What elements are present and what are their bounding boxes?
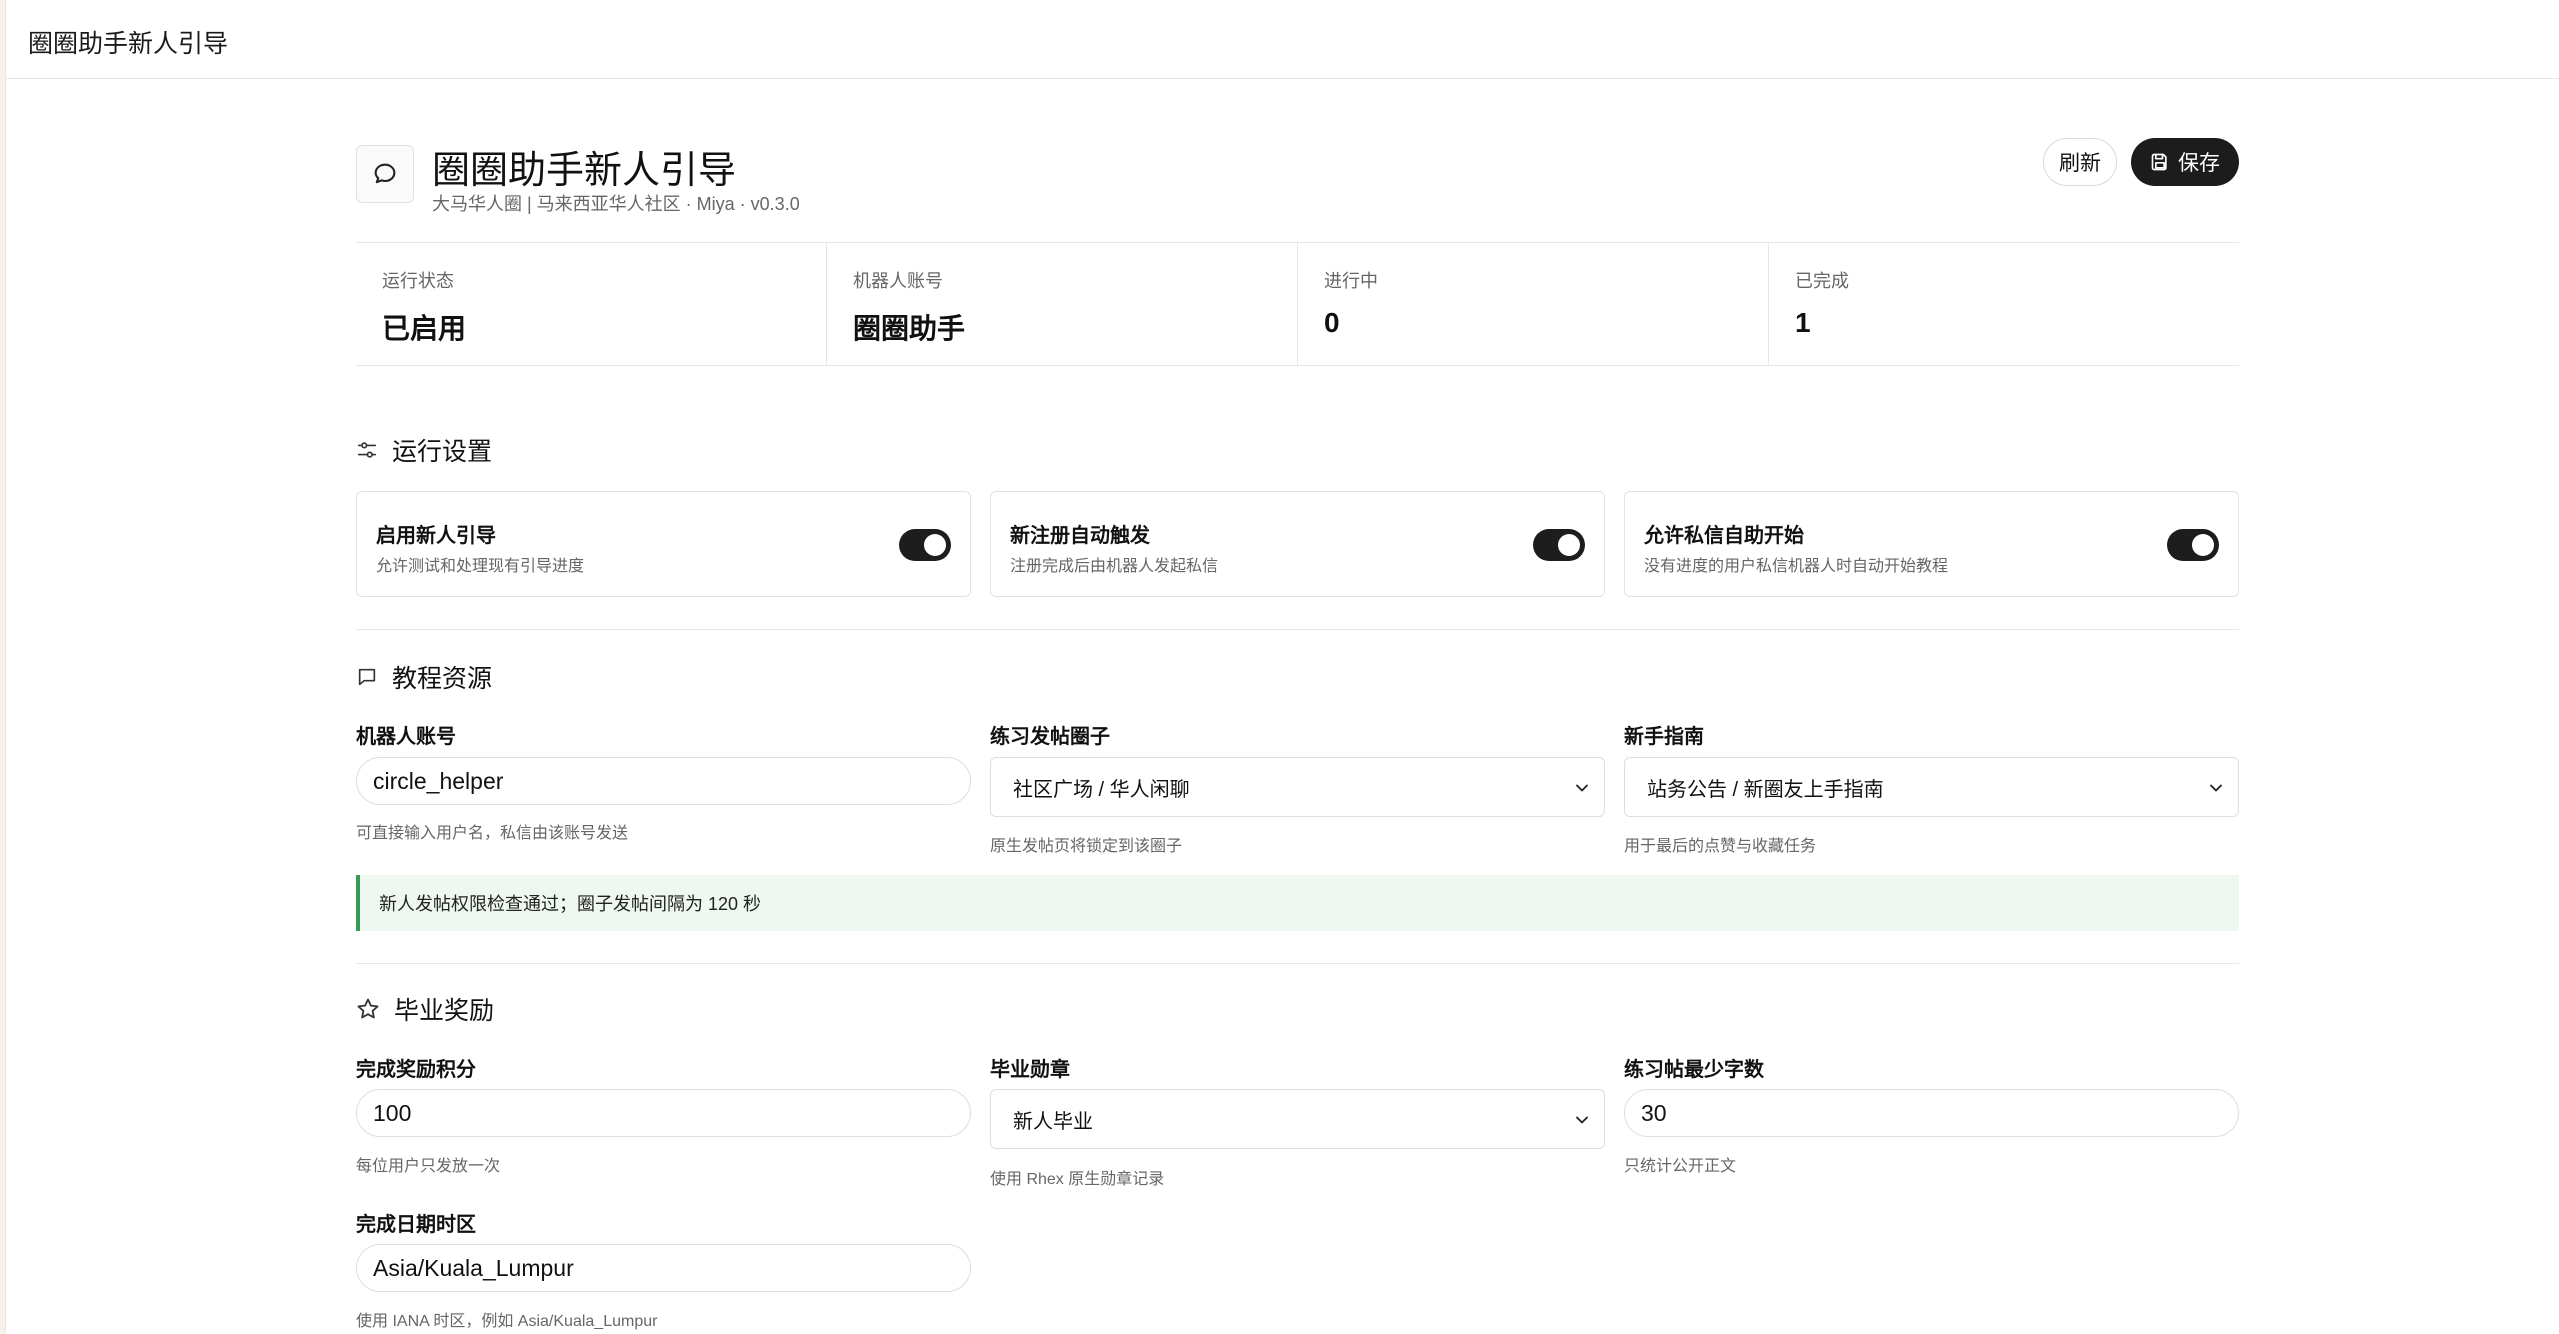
badge-value: 新人毕业 — [1013, 1110, 1093, 1133]
dm-self-start-switch[interactable] — [2167, 529, 2219, 561]
stat-value: 已启用 — [382, 313, 467, 344]
stat-label: 机器人账号 — [853, 271, 943, 291]
topbar-title: 圈圈助手新人引导 — [28, 30, 229, 58]
stat-label: 已完成 — [1795, 271, 1849, 291]
section-rewards: 毕业奖励 — [356, 991, 494, 1027]
enable-onboarding-switch[interactable] — [899, 529, 951, 561]
divider — [356, 963, 2239, 964]
timezone-label: 完成日期时区 — [356, 1214, 476, 1236]
page-title: 圈圈助手新人引导 — [432, 150, 737, 192]
switch-knob — [924, 534, 946, 556]
stat-value: 圈圈助手 — [853, 313, 966, 344]
stat-bot-account: 机器人账号 圈圈助手 — [827, 243, 1298, 365]
toggle-desc: 注册完成后由机器人发起私信 — [1010, 558, 1219, 575]
badge-select[interactable]: 新人毕业 — [990, 1089, 1605, 1149]
auto-trigger-switch[interactable] — [1533, 529, 1585, 561]
toggle-card-enable-onboarding: 启用新人引导 允许测试和处理现有引导进度 — [356, 491, 971, 597]
toggle-desc: 允许测试和处理现有引导进度 — [376, 558, 585, 575]
stat-label: 运行状态 — [382, 271, 454, 291]
section-resources: 教程资源 — [356, 659, 492, 695]
bot-account-hint: 可直接输入用户名，私信由该账号发送 — [356, 825, 629, 842]
section-run-settings: 运行设置 — [356, 432, 492, 468]
stat-value: 1 — [1795, 307, 1811, 338]
bot-account-input[interactable]: circle_helper — [356, 757, 971, 805]
toggle-title: 新注册自动触发 — [1010, 525, 1150, 547]
toggle-card-auto-trigger: 新注册自动触发 注册完成后由机器人发起私信 — [990, 491, 1605, 597]
min-chars-input[interactable]: 30 — [1624, 1089, 2239, 1137]
permission-notice: 新人发帖权限检查通过；圈子发帖间隔为 120 秒 — [356, 875, 2239, 931]
save-button[interactable]: 保存 — [2131, 138, 2239, 186]
badge-label: 毕业勋章 — [990, 1059, 1070, 1081]
section-title: 毕业奖励 — [394, 997, 495, 1025]
points-hint: 每位用户只发放一次 — [356, 1158, 501, 1175]
chevron-down-icon — [1576, 784, 1588, 792]
sliders-icon — [357, 442, 377, 458]
guide-label: 新手指南 — [1624, 726, 1704, 748]
practice-circle-hint: 原生发帖页将锁定到该圈子 — [990, 838, 1183, 855]
switch-knob — [2192, 534, 2214, 556]
switch-knob — [1558, 534, 1580, 556]
guide-value: 站务公告 / 新圈友上手指南 — [1647, 778, 1884, 801]
toggle-card-dm-self-start: 允许私信自助开始 没有进度的用户私信机器人时自动开始教程 — [1624, 491, 2239, 597]
guide-select[interactable]: 站务公告 / 新圈友上手指南 — [1624, 757, 2239, 817]
guide-hint: 用于最后的点赞与收藏任务 — [1624, 838, 1817, 855]
badge-hint: 使用 Rhex 原生勋章记录 — [990, 1171, 1165, 1188]
chevron-down-icon — [1576, 1116, 1588, 1124]
section-title: 教程资源 — [392, 665, 493, 693]
save-icon — [2151, 153, 2167, 171]
practice-circle-select[interactable]: 社区广场 / 华人闲聊 — [990, 757, 1605, 817]
toggle-title: 允许私信自助开始 — [1644, 525, 1804, 547]
top-bar: 圈圈助手新人引导 — [6, 0, 2559, 79]
section-title: 运行设置 — [392, 438, 493, 466]
toggle-desc: 没有进度的用户私信机器人时自动开始教程 — [1644, 558, 1949, 575]
practice-circle-value: 社区广场 / 华人闲聊 — [1013, 778, 1190, 801]
main-content: 圈圈助手新人引导 大马华人圈 | 马来西亚华人社区 · Miya · v0.3.… — [356, 79, 2239, 1334]
refresh-button[interactable]: 刷新 — [2043, 138, 2117, 186]
divider — [356, 629, 2239, 630]
min-chars-hint: 只统计公开正文 — [1624, 1158, 1737, 1175]
timezone-hint: 使用 IANA 时区，例如 Asia/Kuala_Lumpur — [356, 1313, 658, 1330]
stat-completed: 已完成 1 — [1769, 243, 2239, 365]
chevron-down-icon — [2210, 784, 2222, 792]
stat-value: 0 — [1324, 307, 1340, 338]
bot-account-label: 机器人账号 — [356, 726, 456, 748]
chat-bubble-icon — [356, 145, 414, 203]
star-icon — [357, 998, 379, 1019]
message-square-icon — [358, 668, 376, 686]
timezone-input[interactable]: Asia/Kuala_Lumpur — [356, 1244, 971, 1292]
page-subtitle: 大马华人圈 | 马来西亚华人社区 · Miya · v0.3.0 — [432, 194, 800, 214]
practice-circle-label: 练习发帖圈子 — [990, 726, 1110, 748]
min-chars-label: 练习帖最少字数 — [1624, 1059, 1764, 1081]
refresh-button-label: 刷新 — [2059, 152, 2101, 175]
stat-run-status: 运行状态 已启用 — [356, 243, 827, 365]
points-label: 完成奖励积分 — [356, 1059, 476, 1081]
toggle-title: 启用新人引导 — [376, 525, 496, 547]
stat-in-progress: 进行中 0 — [1298, 243, 1769, 365]
save-button-label: 保存 — [2178, 152, 2220, 175]
points-input[interactable]: 100 — [356, 1089, 971, 1137]
page-edge — [0, 0, 6, 1334]
stats-row: 运行状态 已启用 机器人账号 圈圈助手 进行中 0 已完成 1 — [356, 242, 2239, 366]
stat-label: 进行中 — [1324, 271, 1378, 291]
